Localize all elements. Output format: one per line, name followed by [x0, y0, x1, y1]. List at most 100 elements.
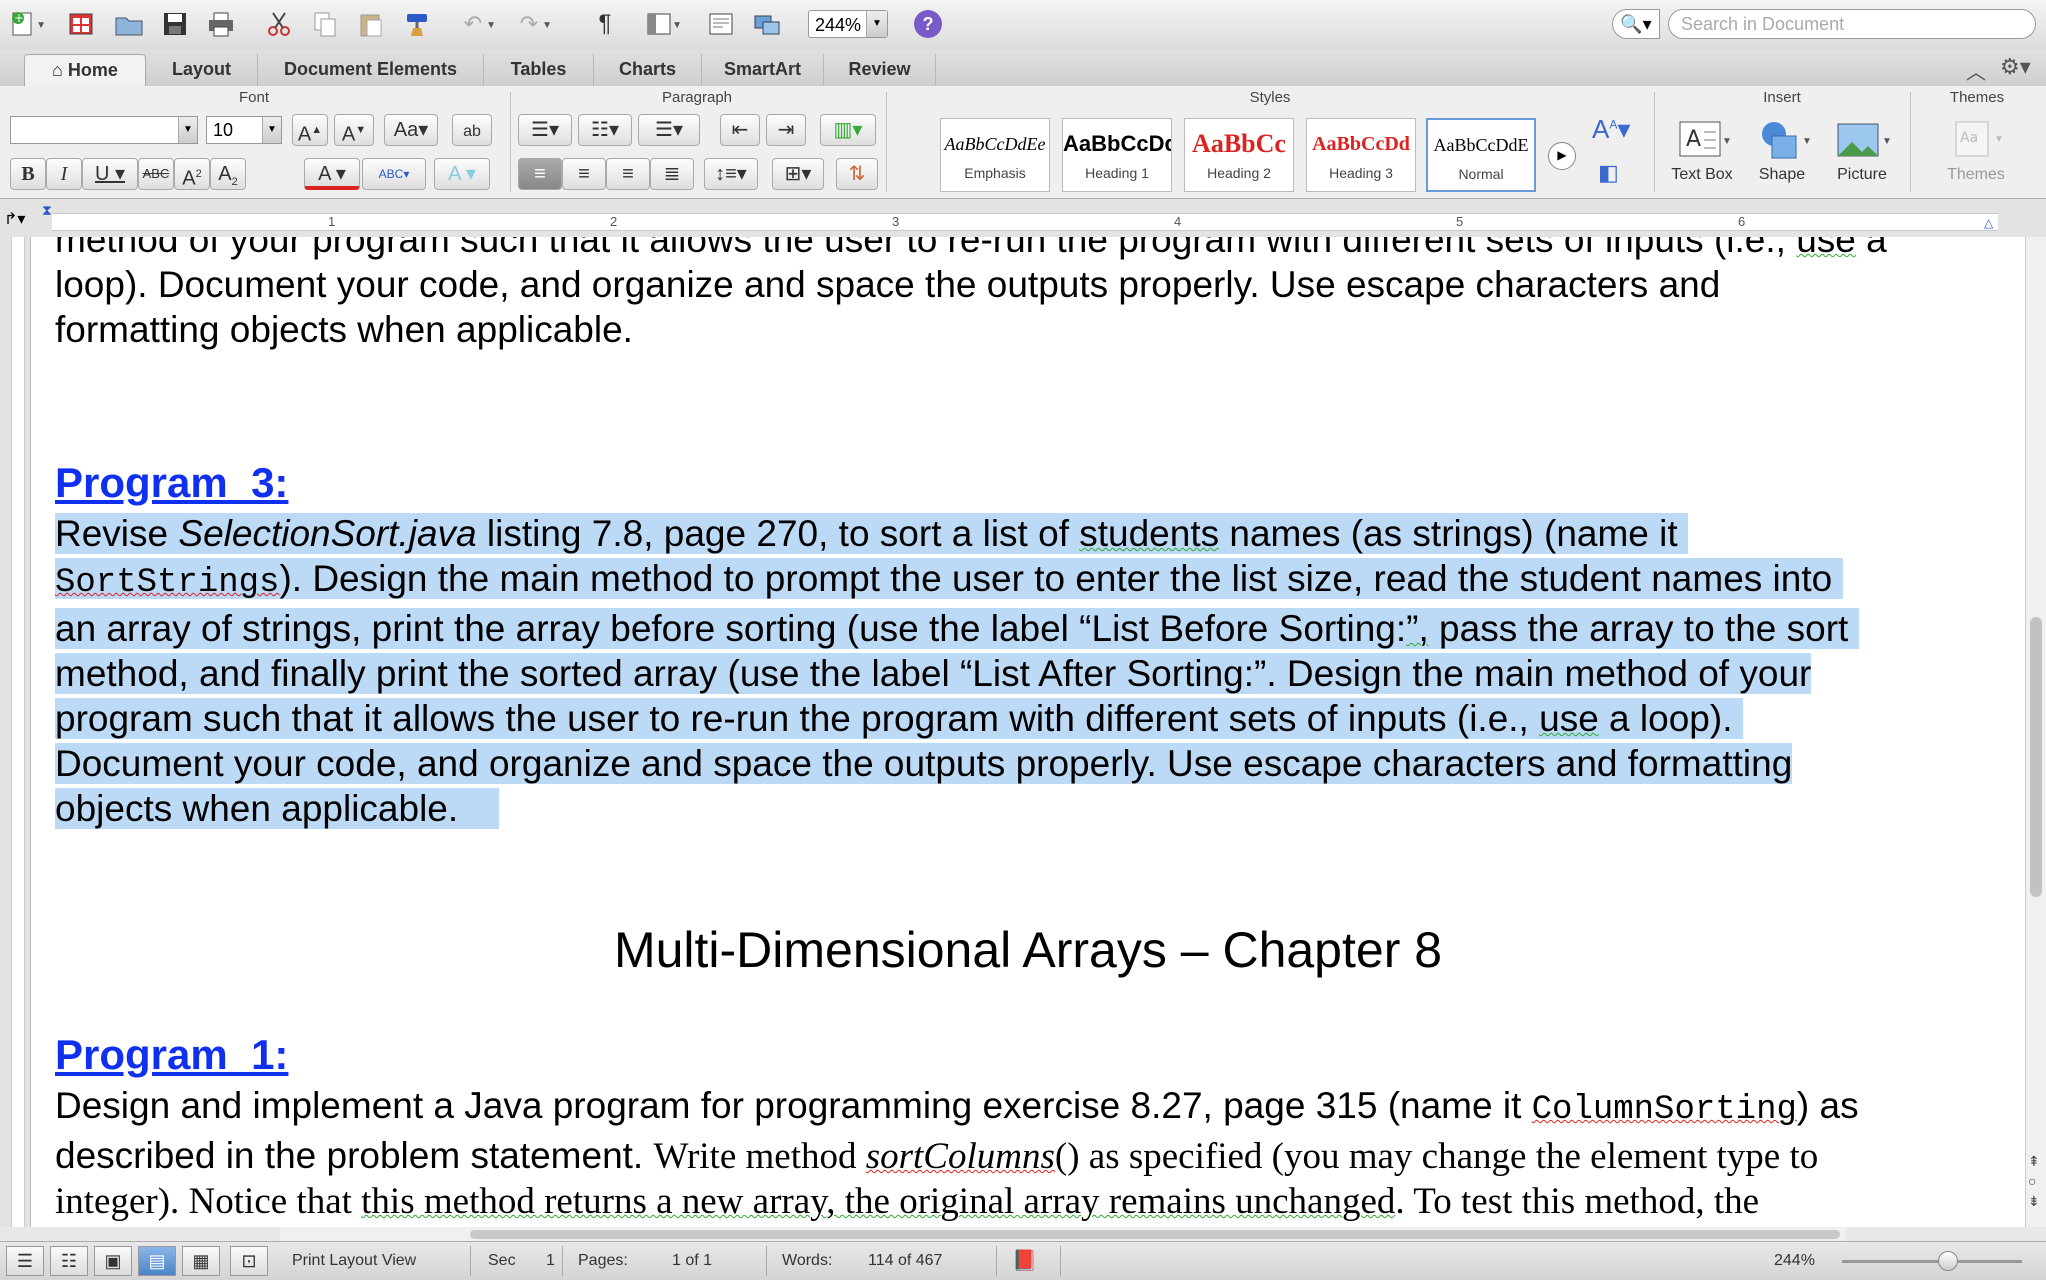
document-page[interactable]: method of your program such that it allo…	[31, 237, 2025, 1227]
text-effects-button[interactable]: A ▾	[434, 158, 490, 190]
grow-font-button[interactable]: A▲	[292, 114, 328, 146]
superscript-button[interactable]: A2	[174, 158, 210, 190]
tab-charts[interactable]: Charts	[594, 54, 702, 86]
help-icon[interactable]: ?	[914, 10, 942, 38]
numbering-button[interactable]: ☷▾	[578, 114, 632, 146]
sidebar-toggle-icon[interactable]: ▼	[642, 6, 682, 42]
clear-formatting-button[interactable]: ab	[452, 114, 492, 146]
picture-icon: ▼	[1837, 123, 1892, 157]
show-formatting-marks-icon[interactable]: ¶	[588, 6, 622, 42]
decrease-indent-button[interactable]: ⇤	[720, 114, 760, 146]
tab-smartart[interactable]: SmartArt	[702, 54, 824, 86]
publishing-layout-view-button[interactable]: ▣	[94, 1246, 132, 1276]
underline-button[interactable]: U ▾	[82, 158, 138, 190]
save-icon[interactable]	[158, 6, 192, 42]
media-browser-icon[interactable]	[750, 6, 784, 42]
left-indent-marker-icon[interactable]: ⧗	[42, 202, 52, 219]
draft-view-button[interactable]: ☰	[6, 1246, 44, 1276]
tab-document-elements[interactable]: Document Elements	[258, 54, 484, 86]
change-case-button[interactable]: Aa▾	[384, 114, 438, 146]
justify-button[interactable]: ≣	[650, 158, 694, 190]
ruler-mark: 4	[1174, 214, 1182, 229]
increase-indent-button[interactable]: ⇥	[766, 114, 806, 146]
align-right-button[interactable]: ≡	[606, 158, 650, 190]
tab-tables[interactable]: Tables	[484, 54, 594, 86]
paste-icon[interactable]	[354, 6, 388, 42]
columns-button[interactable]: ▥▾	[820, 114, 876, 146]
align-center-button[interactable]: ≡	[562, 158, 606, 190]
font-size-value: 10	[213, 120, 234, 140]
print-layout-view-button[interactable]: ▤	[138, 1246, 176, 1276]
font-name-select[interactable]: ▼	[10, 116, 198, 144]
shape-button[interactable]: ▼ Shape	[1742, 118, 1822, 184]
horizontal-ruler[interactable]: ↱▾ ⧗ 1 2 3 4 5 6 △	[0, 199, 2046, 238]
zoom-slider[interactable]	[1842, 1260, 2022, 1263]
highlight-button[interactable]: ABC▾	[362, 158, 426, 190]
svg-text:Aa: Aa	[1960, 130, 1978, 146]
tab-selector-icon[interactable]: ↱▾	[4, 209, 25, 229]
styles-pane-icon[interactable]: AA▾	[1592, 114, 1630, 145]
open-folder-icon[interactable]	[112, 6, 146, 42]
vertical-ruler[interactable]	[0, 237, 31, 1227]
tab-review[interactable]: Review	[824, 54, 936, 86]
proofing-errors-icon[interactable]: 📕	[1012, 1248, 1037, 1273]
copy-icon[interactable]	[308, 6, 342, 42]
zoom-select[interactable]: 244% ▼	[808, 10, 888, 38]
zoom-slider-thumb[interactable]	[1938, 1251, 1958, 1271]
browse-arrows-icon[interactable]: ⇞ ○ ⇟	[2028, 1151, 2040, 1211]
text-box-button[interactable]: A ▼ Text Box	[1662, 118, 1742, 184]
vertical-scrollbar[interactable]: ⇞ ○ ⇟	[2025, 237, 2046, 1227]
words-label[interactable]: Words:	[782, 1252, 832, 1270]
undo-icon[interactable]: ↶ ▼	[456, 6, 496, 42]
style-heading-3[interactable]: AaBbCcDd Heading 3	[1306, 118, 1416, 192]
print-icon[interactable]	[204, 6, 238, 42]
search-area: 🔍▾	[1612, 9, 2036, 39]
cut-icon[interactable]	[262, 6, 296, 42]
right-indent-marker-icon[interactable]: △	[1984, 216, 1993, 230]
ribbon-settings-gear-icon[interactable]: ⚙▾	[2000, 54, 2031, 80]
style-heading-2[interactable]: AaBbCc Heading 2	[1184, 118, 1294, 192]
paragraph-continuation: method of your program such that it allo…	[55, 237, 1887, 350]
horizontal-scroll-thumb[interactable]	[470, 1230, 1840, 1239]
svg-text:A: A	[1686, 127, 1701, 152]
sort-button[interactable]: ⇅	[836, 158, 878, 190]
font-color-button[interactable]: A ▾	[304, 158, 360, 190]
tab-home[interactable]: ⌂ Home	[24, 54, 146, 86]
align-left-button[interactable]: ≡	[518, 158, 562, 190]
styles-next-arrow-icon[interactable]: ▶	[1548, 142, 1576, 170]
search-input[interactable]	[1668, 9, 2036, 39]
italic-button[interactable]: I	[46, 158, 82, 190]
manage-styles-icon[interactable]: ◧	[1598, 160, 1619, 186]
bold-button[interactable]: B	[10, 158, 46, 190]
style-normal[interactable]: AaBbCcDdE Normal	[1426, 118, 1536, 192]
vertical-scroll-thumb[interactable]	[2030, 617, 2042, 897]
ruler-mark: 5	[1456, 214, 1464, 229]
tab-layout[interactable]: Layout	[146, 54, 258, 86]
horizontal-scrollbar[interactable]	[280, 1227, 1846, 1241]
ruler-mark: 3	[892, 214, 900, 229]
style-heading-1[interactable]: AaBbCcDd Heading 1	[1062, 118, 1172, 192]
format-painter-icon[interactable]	[400, 6, 434, 42]
shrink-font-button[interactable]: A▼	[334, 114, 374, 146]
collapse-ribbon-icon[interactable]: ︿	[1966, 56, 1986, 85]
strikethrough-button[interactable]: ABC	[138, 158, 174, 190]
themes-button[interactable]: Aa ▼ Themes	[1916, 118, 2036, 184]
full-screen-view-button[interactable]: ⊡	[230, 1246, 268, 1276]
borders-button[interactable]: ⊞▾	[772, 158, 824, 190]
line-spacing-button[interactable]: ↕≡▾	[704, 158, 758, 190]
style-emphasis[interactable]: AaBbCcDdEe Emphasis	[940, 118, 1050, 192]
templates-gallery-icon[interactable]	[64, 6, 98, 42]
subscript-button[interactable]: A2	[210, 158, 246, 190]
multilevel-list-button[interactable]: ☰▾	[638, 114, 700, 146]
bullets-button[interactable]: ☰▾	[518, 114, 572, 146]
words-value[interactable]: 114 of 467	[868, 1252, 942, 1270]
toolbox-icon[interactable]	[704, 6, 738, 42]
new-document-icon[interactable]: + ▼	[6, 6, 46, 42]
redo-icon[interactable]: ↷ ▼	[512, 6, 552, 42]
search-icon[interactable]: 🔍▾	[1612, 9, 1660, 39]
picture-button[interactable]: ▼ Picture	[1822, 118, 1902, 184]
notebook-layout-view-button[interactable]: ▦	[182, 1246, 220, 1276]
outline-view-button[interactable]: ☷	[50, 1246, 88, 1276]
ruler-mark: 6	[1738, 214, 1746, 229]
font-size-select[interactable]: 10 ▼	[206, 116, 282, 144]
